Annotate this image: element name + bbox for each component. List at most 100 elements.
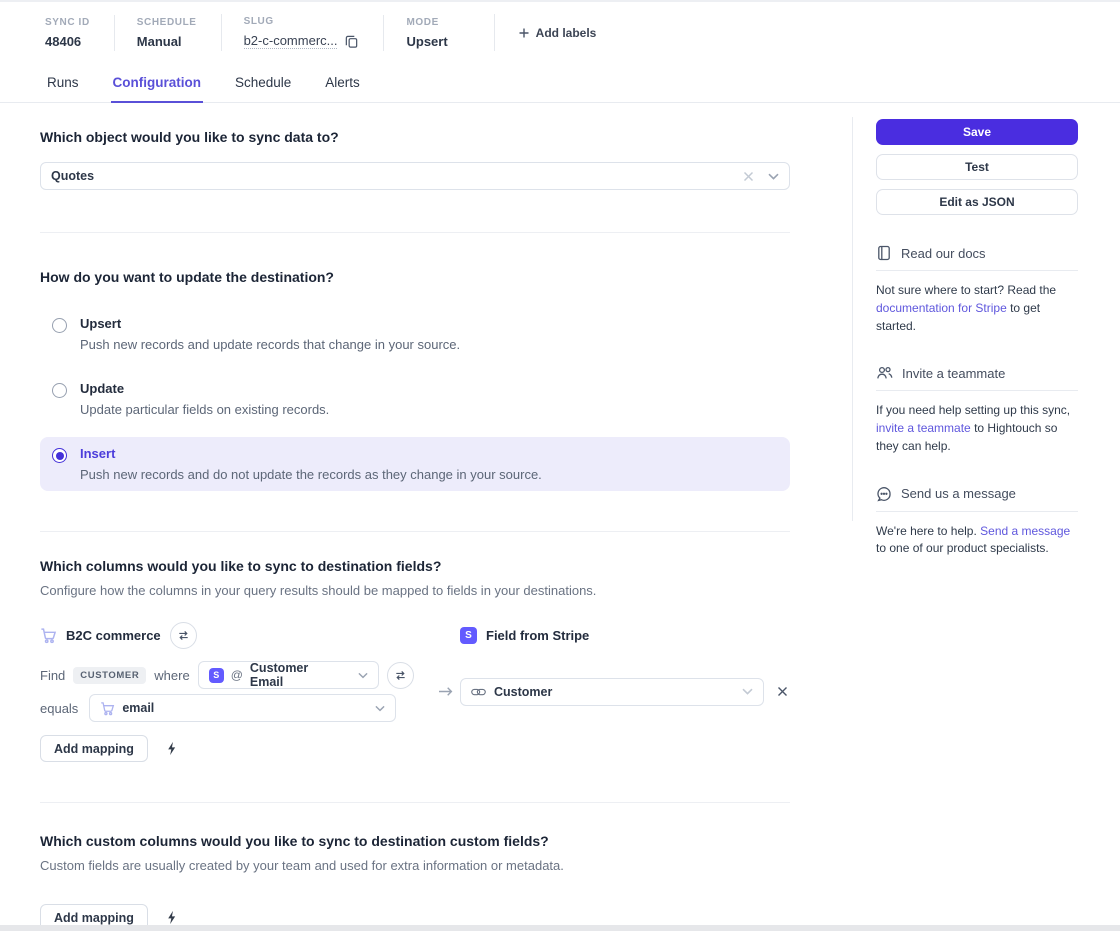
people-icon — [876, 365, 893, 381]
chevron-down-icon — [768, 173, 779, 180]
destination-header: S Field from Stripe — [460, 627, 790, 644]
stripe-logo-icon: S — [209, 668, 224, 683]
object-select[interactable]: Quotes — [40, 162, 790, 190]
meta-schedule: SCHEDULE Manual — [114, 15, 221, 51]
docs-text: Not sure where to start? Read the docume… — [876, 282, 1078, 335]
tab-alerts[interactable]: Alerts — [323, 67, 362, 102]
source-header: B2C commerce — [40, 622, 430, 649]
autofill-mappings-button[interactable] — [164, 739, 179, 758]
invite-text: If you need help setting up this sync, i… — [876, 402, 1078, 455]
sync-tabs: Runs Configuration Schedule Alerts — [0, 61, 1120, 103]
clear-x-icon[interactable] — [743, 171, 754, 182]
arrow-right-icon — [438, 685, 453, 698]
object-select-value: Quotes — [51, 169, 94, 183]
destination-field-value: Customer — [494, 685, 552, 699]
mapping-question: Which columns would you like to sync to … — [40, 558, 790, 574]
add-labels-label: Add labels — [536, 26, 597, 40]
message-text: We're here to help. Send a message to on… — [876, 523, 1078, 559]
radio-option-upsert[interactable]: Upsert Push new records and update recor… — [40, 307, 790, 361]
meta-value: Upsert — [406, 34, 447, 49]
invite-help-block: Invite a teammate If you need help setti… — [876, 365, 1078, 455]
option-label: Upsert — [80, 316, 460, 331]
record-type-badge: CUSTOMER — [73, 667, 146, 684]
destination-match-field-select[interactable]: S @ Customer Email — [198, 661, 379, 689]
tab-schedule[interactable]: Schedule — [233, 67, 293, 102]
docs-text-before: Not sure where to start? Read the — [876, 283, 1056, 297]
option-label: Update — [80, 381, 329, 396]
swap-icon — [394, 669, 407, 682]
radio-icon[interactable] — [52, 318, 67, 333]
copy-icon — [344, 34, 359, 49]
help-divider — [876, 390, 1078, 391]
source-column-value: email — [122, 701, 154, 715]
copy-slug-button[interactable] — [344, 34, 359, 49]
chevron-down-icon — [375, 705, 385, 712]
meta-label: MODE — [406, 17, 447, 28]
add-labels-button[interactable]: Add labels — [519, 26, 597, 40]
swap-icon — [177, 629, 190, 642]
configuration-panel: Which object would you like to sync data… — [40, 103, 790, 931]
docs-help-block: Read our docs Not sure where to start? R… — [876, 245, 1078, 335]
meta-sync-id: SYNC ID 48406 — [45, 15, 114, 51]
add-mapping-button[interactable]: Add mapping — [40, 735, 148, 762]
column-mapping-section: Which columns would you like to sync to … — [40, 532, 790, 802]
stripe-logo-icon: S — [460, 627, 477, 644]
option-description: Push new records and do not update the r… — [80, 467, 542, 482]
option-label: Insert — [80, 446, 542, 461]
tab-runs[interactable]: Runs — [45, 67, 81, 102]
radio-option-insert[interactable]: Insert Push new records and do not updat… — [40, 437, 790, 491]
swap-match-button[interactable] — [387, 662, 414, 689]
meta-value: Manual — [137, 34, 197, 49]
sidebar-divider — [852, 117, 853, 521]
help-divider — [876, 511, 1078, 512]
destination-field-title: Field from Stripe — [486, 628, 589, 643]
slug-value[interactable]: b2-c-commerc... — [244, 33, 338, 49]
mapping-description: Configure how the columns in your query … — [40, 583, 790, 598]
book-icon — [876, 245, 892, 261]
link-icon — [471, 687, 486, 697]
message-title: Send us a message — [901, 486, 1016, 501]
sync-meta-header: SYNC ID 48406 SCHEDULE Manual SLUG b2-c-… — [0, 2, 1120, 61]
meta-label: SLUG — [244, 16, 360, 27]
actions-sidebar: Save Test Edit as JSON Read our docs Not… — [876, 119, 1078, 558]
chevron-down-icon — [742, 688, 753, 695]
destination-field-select[interactable]: Customer — [460, 678, 764, 706]
radio-icon-selected[interactable] — [52, 448, 67, 463]
meta-label: SCHEDULE — [137, 17, 197, 28]
message-text-before: We're here to help. — [876, 524, 977, 538]
mode-question: How do you want to update the destinatio… — [40, 269, 790, 285]
meta-slug: SLUG b2-c-commerc... — [221, 14, 384, 51]
docs-title: Read our docs — [901, 246, 986, 261]
remove-mapping-button[interactable] — [775, 684, 790, 699]
radio-icon[interactable] — [52, 383, 67, 398]
match-field-value: Customer Email — [250, 661, 344, 689]
mode-section: How do you want to update the destinatio… — [40, 233, 790, 531]
test-button[interactable]: Test — [876, 154, 1078, 180]
edit-as-json-button[interactable]: Edit as JSON — [876, 189, 1078, 215]
equals-label: equals — [40, 701, 78, 716]
send-message-link[interactable]: Send a message — [980, 524, 1070, 538]
at-symbol-icon: @ — [231, 668, 243, 682]
message-help-block: Send us a message We're here to help. Se… — [876, 486, 1078, 559]
option-description: Update particular fields on existing rec… — [80, 402, 329, 417]
swap-source-button[interactable] — [170, 622, 197, 649]
save-button[interactable]: Save — [876, 119, 1078, 145]
message-text-after: to one of our product specialists. — [876, 541, 1049, 555]
meta-mode: MODE Upsert — [383, 15, 471, 51]
invite-teammate-link[interactable]: invite a teammate — [876, 421, 971, 435]
source-model-name: B2C commerce — [66, 628, 161, 643]
object-question: Which object would you like to sync data… — [40, 129, 790, 145]
meta-value: 48406 — [45, 34, 90, 49]
custom-mapping-description: Custom fields are usually created by you… — [40, 858, 790, 873]
object-section: Which object would you like to sync data… — [40, 103, 790, 232]
where-label: where — [154, 668, 189, 683]
close-x-icon — [777, 686, 788, 697]
meta-label: SYNC ID — [45, 17, 90, 28]
tab-configuration[interactable]: Configuration — [111, 67, 203, 103]
lightning-icon — [166, 910, 177, 925]
radio-option-update[interactable]: Update Update particular fields on exist… — [40, 372, 790, 426]
source-column-select[interactable]: email — [89, 694, 396, 722]
option-description: Push new records and update records that… — [80, 337, 460, 352]
bottom-edge — [0, 925, 1120, 931]
documentation-link[interactable]: documentation for Stripe — [876, 301, 1007, 315]
